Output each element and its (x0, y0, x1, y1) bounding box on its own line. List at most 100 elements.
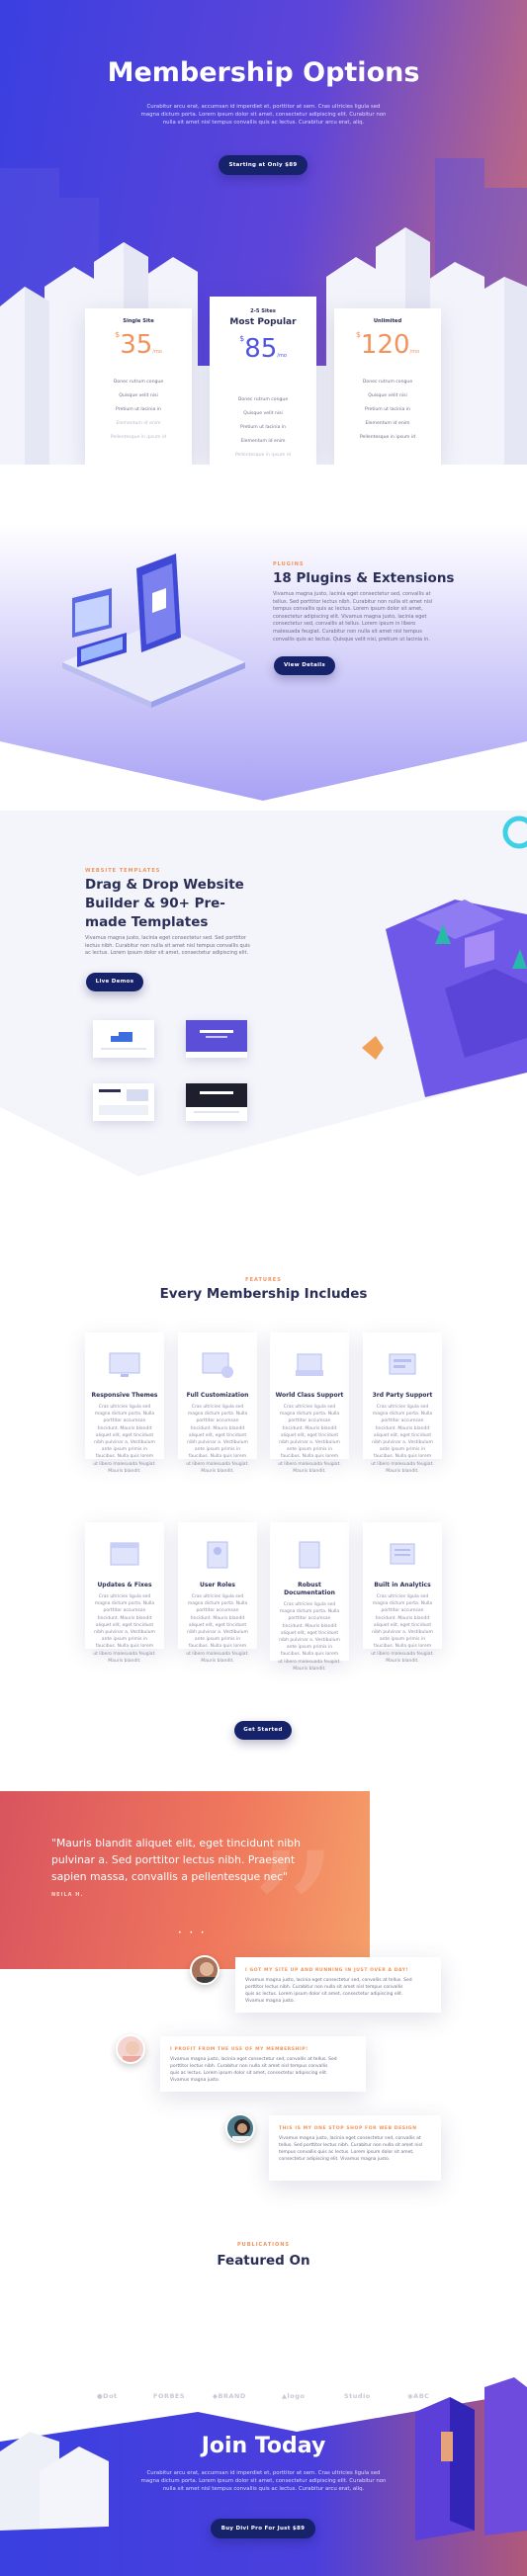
plan-feature: Donec rutrum congue (113, 380, 164, 385)
plan-feature: Elementum id enim (116, 421, 161, 426)
feature-description: Cras ultricies ligula sed magna dictum p… (278, 1602, 341, 1672)
templates-title: Drag & Drop Website Builder & 90+ Pre-ma… (85, 877, 244, 930)
feature-card-world-class-support: World Class Support Cras ultricies ligul… (270, 1332, 349, 1474)
avatar (225, 2113, 255, 2143)
feature-description: Cras ultricies ligula sed magna dictum p… (93, 1405, 156, 1474)
plan-price: $85/mo (239, 334, 287, 364)
review-card: I GOT MY SITE UP AND RUNNING IN JUST OVE… (235, 1957, 441, 2013)
view-details-button[interactable]: View Details (274, 656, 335, 675)
feature-card-robust-documentation: Robust Documentation Cras ultricies ligu… (270, 1522, 349, 1672)
template-thumbnail[interactable] (186, 1020, 247, 1058)
features-title: Every Membership Includes (159, 1286, 368, 1302)
feature-title: User Roles (200, 1582, 235, 1589)
templates-kicker: WEBSITE TEMPLATES (85, 868, 161, 874)
plan-feature: Pretium ut lacinia in (116, 407, 161, 412)
plan-feature: Quisque velit nisi (243, 411, 283, 416)
avatar (116, 2034, 145, 2064)
review-headline: I PROFIT FROM THE USE OF MY MEMBERSHIP! (170, 2047, 308, 2052)
plugins-section: PLUGINS 18 Plugins & Extensions Vivamus … (0, 465, 527, 811)
feature-title: World Class Support (275, 1392, 344, 1399)
join-description: Curabitur arcu erat, accumsan id imperdi… (140, 2470, 387, 2492)
plan-price: $35/mo (115, 330, 162, 360)
testimonial-banner: ” "Mauris blandit aliquet elit, eget tin… (0, 1791, 370, 1969)
review-text: Vivamus magna justo, lacinia eget consec… (245, 1978, 412, 2004)
template-thumbnail[interactable] (93, 1020, 154, 1058)
plan-title: Most Popular (229, 317, 297, 327)
join-title: Join Today (201, 2434, 326, 2458)
feature-card-responsive-themes: Responsive Themes Cras ultricies ligula … (85, 1332, 164, 1474)
slider-dots[interactable]: • • • (178, 1930, 207, 1936)
feature-title: Full Customization (186, 1392, 249, 1399)
review-card: THIS IS MY ONE STOP SHOP FOR WEB DESIGN … (269, 2115, 441, 2181)
pricing-card-single: Single Site $35/mo Donec rutrum congue Q… (85, 308, 192, 465)
feature-title: Built in Analytics (374, 1582, 431, 1589)
plan-price: $120/mo (355, 330, 420, 360)
plan-label: Single Site (123, 318, 154, 324)
features-section: FEATURES Every Membership Includes Respo… (0, 1226, 527, 1779)
review-headline: THIS IS MY ONE STOP SHOP FOR WEB DESIGN (279, 2126, 417, 2131)
feature-title: 3rd Party Support (372, 1392, 433, 1399)
feature-title: Updates & Fixes (97, 1582, 152, 1589)
plan-label: 2-5 Sites (250, 308, 276, 314)
plan-feature: Donec rutrum congue (362, 380, 413, 385)
plugins-description: Vivamus magna justo, lacinia eget consec… (273, 591, 433, 643)
templates-section: WEBSITE TEMPLATES Drag & Drop Website Bu… (0, 811, 527, 1226)
feature-description: Cras ultricies ligula sed magna dictum p… (371, 1594, 434, 1664)
pricing-card-unlimited: Unlimited $120/mo Donec rutrum congue Qu… (334, 308, 441, 465)
review-card: I PROFIT FROM THE USE OF MY MEMBERSHIP! … (160, 2036, 366, 2092)
feature-card-full-customization: Full Customization Cras ultricies ligula… (178, 1332, 257, 1474)
testimonial-quote: "Mauris blandit aliquet elit, eget tinci… (51, 1837, 301, 1883)
review-text: Vivamus magna justo, lacinia eget consec… (170, 2057, 337, 2083)
feature-description: Cras ultricies ligula sed magna dictum p… (93, 1594, 156, 1664)
hero-section: Membership Options Curabitur arcu erat, … (0, 0, 527, 465)
template-thumbnail[interactable] (186, 1083, 247, 1121)
join-section: Join Today Curabitur arcu erat, accumsan… (0, 2333, 527, 2576)
support-icon (296, 1353, 323, 1376)
plan-feature: Elementum id enim (240, 439, 286, 444)
plan-feature: Pretium ut lacinia in (240, 425, 286, 430)
feature-description: Cras ultricies ligula sed magna dictum p… (371, 1405, 434, 1474)
review-text: Vivamus magna justo, lacinia eget consec… (279, 2136, 423, 2162)
starting-price-button[interactable]: Starting at Only $89 (219, 155, 307, 175)
testimonial-author: NEILA H. (51, 1892, 84, 1898)
templates-background (0, 811, 527, 1176)
plan-feature: Quisque velit nisi (368, 393, 407, 398)
updates-icon (110, 1542, 139, 1566)
get-started-button[interactable]: Get Started (234, 1721, 292, 1740)
plan-feature: Pellentesque in ipsum id (359, 435, 416, 440)
featured-title: Featured On (217, 2253, 310, 2269)
feature-card-updates-fixes: Updates & Fixes Cras ultricies ligula se… (85, 1522, 164, 1664)
plan-feature: Elementum id enim (365, 421, 410, 426)
plugins-kicker: PLUGINS (273, 561, 305, 567)
feature-description: Cras ultricies ligula sed magna dictum p… (278, 1405, 341, 1474)
third-party-icon (389, 1353, 416, 1375)
feature-title: Responsive Themes (91, 1392, 158, 1399)
template-thumbnail[interactable] (93, 1083, 154, 1121)
live-demos-button[interactable]: Live Demos (86, 973, 143, 991)
analytics-icon (390, 1543, 415, 1565)
feature-description: Cras ultricies ligula sed magna dictum p… (186, 1594, 249, 1664)
plan-feature: Donec rutrum congue (237, 397, 289, 402)
customization-icon (202, 1352, 233, 1378)
plugins-illustration (62, 554, 245, 708)
buy-divi-pro-button[interactable]: Buy Divi Pro For Just $89 (211, 2519, 315, 2538)
plan-feature: Pretium ut lacinia in (365, 407, 410, 412)
review-headline: I GOT MY SITE UP AND RUNNING IN JUST OVE… (245, 1968, 409, 1973)
pricing-card-popular: 2-5 Sites Most Popular $85/mo Donec rutr… (210, 297, 316, 465)
documentation-icon (299, 1541, 320, 1569)
feature-card-3rd-party-support: 3rd Party Support Cras ultricies ligula … (363, 1332, 442, 1474)
hero-description: Curabitur arcu erat, accumsan id imperdi… (140, 104, 387, 126)
plan-feature: Pellentesque in ipsum id (110, 435, 167, 440)
feature-title: Robust Documentation (284, 1582, 335, 1596)
featured-kicker: PUBLICATIONS (236, 2242, 291, 2248)
user-roles-icon (207, 1541, 228, 1569)
plan-feature: Pellentesque in ipsum id (234, 453, 292, 458)
plan-feature: Quisque velit nisi (119, 393, 158, 398)
feature-card-user-roles: User Roles Cras ultricies ligula sed mag… (178, 1522, 257, 1664)
templates-description: Vivamus magna justo, lacinia eget consec… (85, 935, 250, 957)
feature-card-built-in-analytics: Built in Analytics Cras ultricies ligula… (363, 1522, 442, 1664)
plugins-title: 18 Plugins & Extensions (273, 570, 455, 586)
page-title: Membership Options (107, 57, 420, 88)
feature-description: Cras ultricies ligula sed magna dictum p… (186, 1405, 249, 1474)
plan-label: Unlimited (373, 318, 402, 324)
